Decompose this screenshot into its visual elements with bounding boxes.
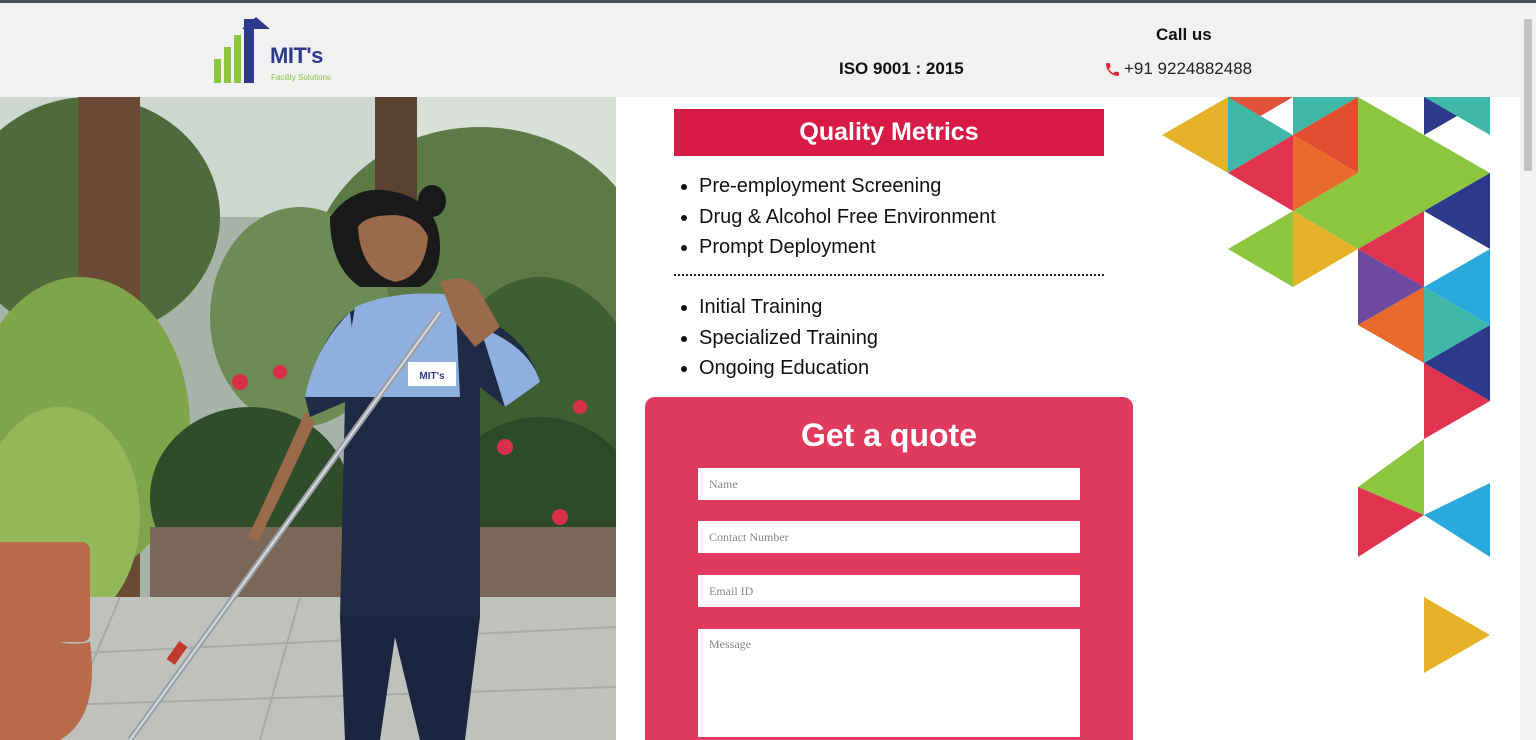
quote-form-title: Get a quote	[800, 417, 977, 453]
list-item: Pre-employment Screening	[699, 171, 996, 202]
phone-number: +91 9224882488	[1124, 59, 1253, 78]
scrollbar-thumb[interactable]	[1524, 19, 1532, 171]
contact-number-input[interactable]	[698, 521, 1080, 553]
logo-tagline: Facility Solutions	[271, 73, 332, 82]
dotted-divider	[674, 274, 1104, 276]
quote-form: Get a quote	[645, 397, 1133, 740]
phone-icon	[1106, 62, 1119, 76]
list-item: Initial Training	[699, 292, 878, 323]
quality-metrics-list: Pre-employment Screening Drug & Alcohol …	[699, 171, 996, 263]
triangle-pattern-graphic	[1162, 97, 1490, 673]
email-input[interactable]	[698, 575, 1080, 607]
list-item: Ongoing Education	[699, 353, 878, 384]
call-us-label: Call us	[1156, 25, 1212, 44]
cleaner-mopping-illustration: MIT's	[0, 97, 616, 740]
phone-link[interactable]: +91 9224882488	[1104, 59, 1252, 79]
list-item: Specialized Training	[699, 323, 878, 354]
message-textarea[interactable]	[698, 629, 1080, 737]
logo-name: MIT's	[270, 43, 323, 68]
list-item: Drug & Alcohol Free Environment	[699, 202, 996, 233]
hero-photo: MIT's	[0, 97, 616, 740]
training-list: Initial Training Specialized Training On…	[699, 292, 878, 384]
quality-metrics-heading: Quality Metrics	[674, 109, 1104, 156]
page-scrollbar[interactable]	[1520, 3, 1536, 740]
iso-certification: ISO 9001 : 2015	[839, 59, 964, 78]
uniform-badge-text: MIT's	[419, 371, 445, 382]
decorative-triangles	[1160, 97, 1500, 697]
site-logo[interactable]: MIT's Facility Solutions	[212, 17, 352, 87]
list-item: Prompt Deployment	[699, 232, 996, 263]
site-header: MIT's Facility Solutions ISO 9001 : 2015…	[0, 3, 1520, 97]
name-input[interactable]	[698, 468, 1080, 500]
